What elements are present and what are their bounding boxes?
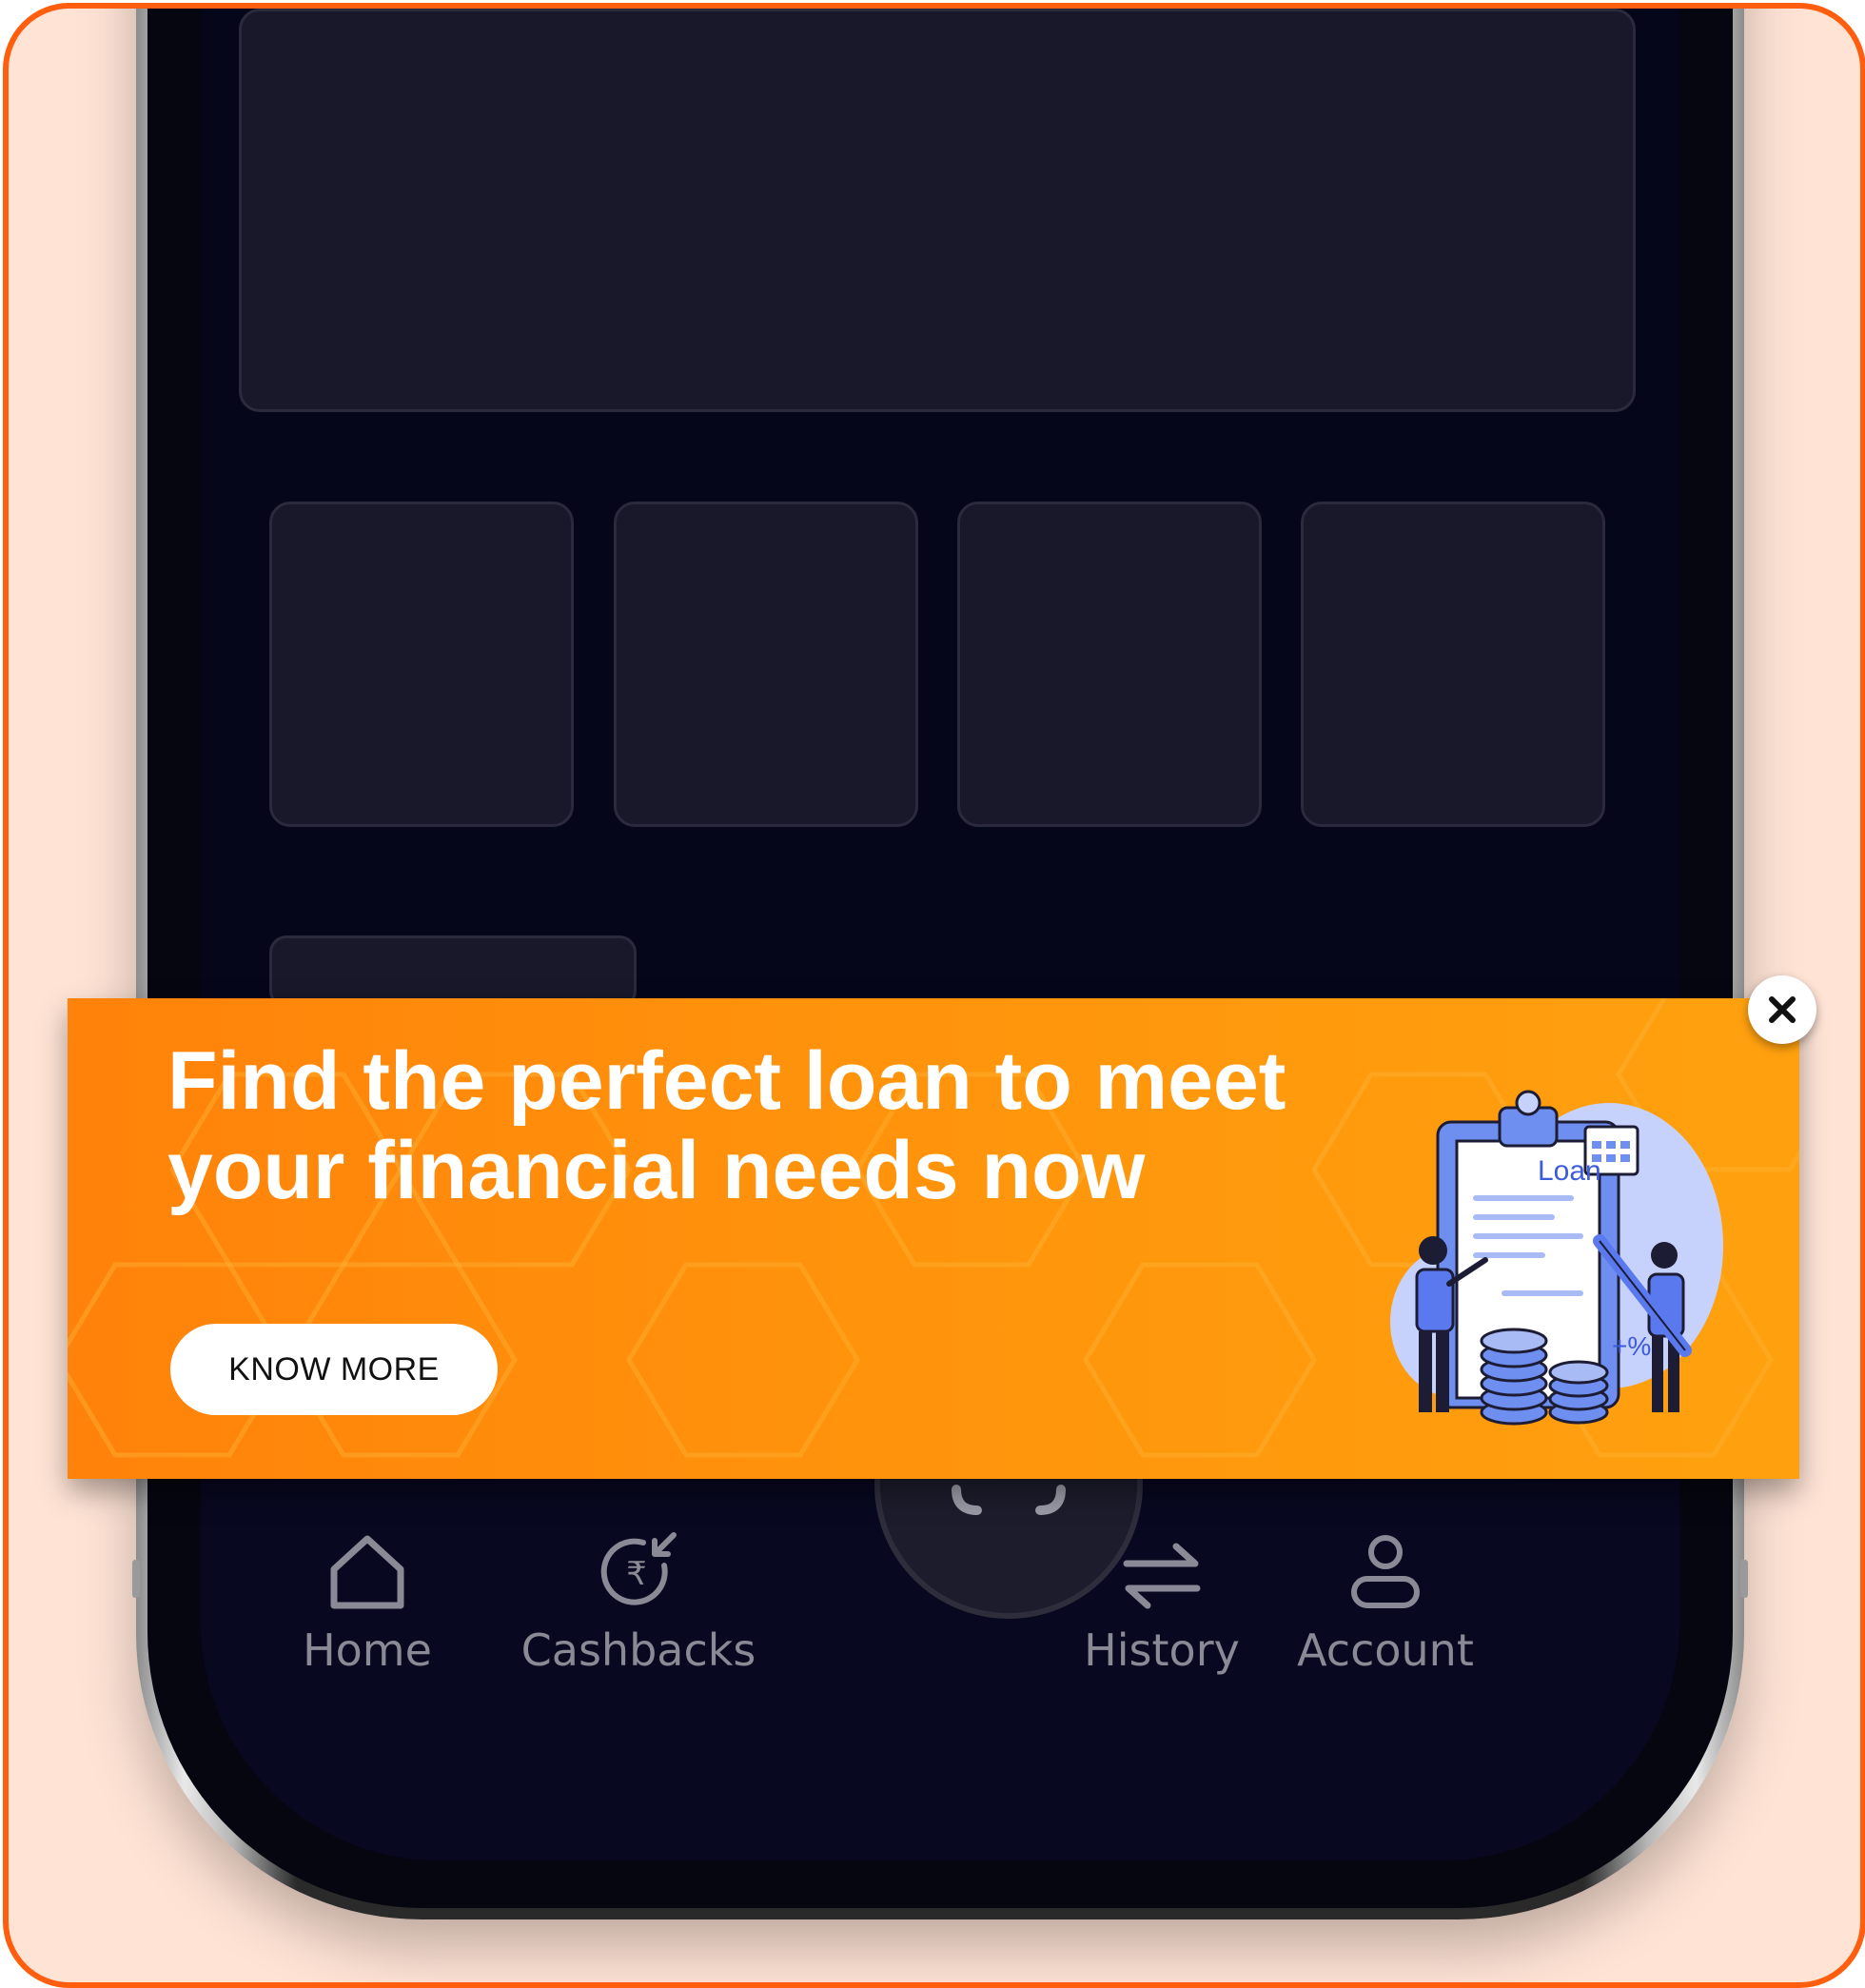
nav-item-home[interactable]: Home: [291, 1531, 443, 1676]
skeleton-hero-card: [239, 9, 1636, 412]
phone-side-button: [1740, 1560, 1748, 1598]
nav-label-home: Home: [303, 1624, 432, 1676]
headline-line-1: Find the perfect loan to meet: [167, 1035, 1286, 1127]
svg-text:₹: ₹: [626, 1555, 647, 1593]
cashback-rupee-icon: ₹: [600, 1532, 677, 1605]
skeleton-tile: [614, 502, 918, 827]
skeleton-tile: [269, 502, 574, 827]
nav-label-cashbacks: Cashbacks: [520, 1624, 756, 1676]
app-screen: Home ₹ Cashbacks History Account: [201, 9, 1679, 1860]
nav-label-history: History: [1084, 1624, 1240, 1676]
skeleton-section-title: [269, 935, 637, 1008]
home-icon: [330, 1535, 404, 1609]
nav-item-account[interactable]: Account: [1281, 1531, 1490, 1676]
phone-side-button: [132, 1560, 140, 1598]
close-banner-button[interactable]: [1748, 975, 1816, 1044]
loan-illustration: [1390, 1090, 1723, 1426]
phone-bezel: Home ₹ Cashbacks History Account: [147, 9, 1733, 1908]
user-icon: [1351, 1535, 1420, 1608]
illustration-loan-label: Loan: [1538, 1155, 1601, 1187]
banner-headline: Find the perfect loan to meet your finan…: [167, 1036, 1404, 1215]
phone-mockup: Home ₹ Cashbacks History Account: [132, 9, 1748, 1919]
know-more-button[interactable]: KNOW MORE: [170, 1324, 498, 1415]
headline-line-2: your financial needs now: [167, 1125, 1146, 1216]
transfer-arrows-icon: [1123, 1543, 1201, 1609]
nav-item-history[interactable]: History: [1067, 1539, 1257, 1676]
promo-frame: Home ₹ Cashbacks History Account Find th…: [3, 3, 1865, 1988]
illustration-rate-badge: +%: [1612, 1331, 1652, 1361]
close-icon: [1769, 996, 1796, 1023]
nav-item-cashbacks[interactable]: ₹ Cashbacks: [515, 1531, 762, 1676]
nav-label-account: Account: [1297, 1624, 1474, 1676]
skeleton-tile: [957, 502, 1262, 827]
skeleton-tile: [1301, 502, 1605, 827]
loan-promo-banner[interactable]: Find the perfect loan to meet your finan…: [68, 998, 1799, 1479]
